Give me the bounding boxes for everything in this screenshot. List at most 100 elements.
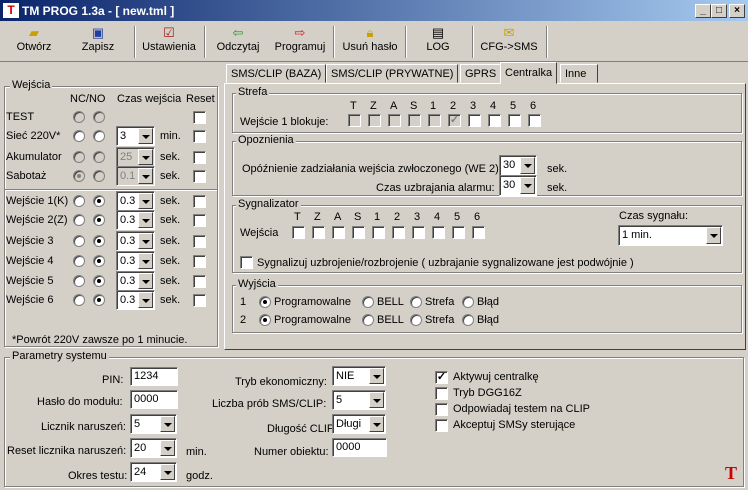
- input-name[interactable]: Wejście 5: [6, 275, 53, 287]
- settings-button[interactable]: ☑ Ustawienia: [138, 24, 200, 60]
- arm-time-select[interactable]: 30: [499, 175, 537, 196]
- param-checkbox[interactable]: [435, 419, 448, 432]
- tab-sms-clip-prywatne[interactable]: SMS/CLIP (PRYWATNE): [326, 64, 459, 83]
- param-checkbox[interactable]: [435, 403, 448, 416]
- counter-reset-select[interactable]: 20: [130, 438, 177, 458]
- reset-checkbox[interactable]: [193, 195, 206, 208]
- chevron-down-icon[interactable]: [369, 416, 384, 432]
- no-radio[interactable]: [93, 235, 105, 247]
- remove-password-button[interactable]: 🔒︎ Usuń hasło: [338, 24, 402, 60]
- siren-checkbox[interactable]: [332, 226, 345, 239]
- output-mode-radio[interactable]: [462, 296, 474, 308]
- no-radio[interactable]: [93, 170, 105, 182]
- chevron-down-icon[interactable]: [138, 168, 153, 184]
- password-input[interactable]: 0000: [130, 390, 178, 409]
- reset-checkbox[interactable]: [193, 235, 206, 248]
- tab-gprs[interactable]: GPRS: [460, 64, 502, 83]
- input-time-select[interactable]: 3: [116, 126, 155, 146]
- input-name[interactable]: Sieć 220V*: [6, 130, 60, 142]
- output-mode-radio[interactable]: [410, 296, 422, 308]
- cfg-sms-button[interactable]: ✉ CFG->SMS: [478, 24, 540, 60]
- nc-radio[interactable]: [73, 195, 85, 207]
- chevron-down-icon[interactable]: [138, 212, 153, 228]
- zone-checkbox[interactable]: [348, 114, 361, 127]
- siren-checkbox[interactable]: [372, 226, 385, 239]
- input-time-select[interactable]: 0.3: [116, 271, 155, 291]
- siren-checkbox[interactable]: [292, 226, 305, 239]
- title-bar[interactable]: T TM PROG 1.3a - [ new.tml ] _ □ ×: [0, 0, 748, 21]
- no-radio[interactable]: [93, 255, 105, 267]
- tab-centralka[interactable]: Centralka: [500, 62, 558, 84]
- maximize-button[interactable]: □: [711, 4, 727, 18]
- nc-radio[interactable]: [73, 235, 85, 247]
- input-time-select[interactable]: 0.3: [116, 231, 155, 251]
- reset-checkbox[interactable]: [193, 214, 206, 227]
- input-name[interactable]: Wejście 1(K): [6, 195, 68, 207]
- chevron-down-icon[interactable]: [138, 233, 153, 249]
- reset-checkbox[interactable]: [193, 275, 206, 288]
- output-mode-radio[interactable]: [259, 296, 271, 308]
- chevron-down-icon[interactable]: [369, 368, 384, 384]
- no-radio[interactable]: [93, 275, 105, 287]
- reset-checkbox[interactable]: [193, 170, 206, 183]
- reset-checkbox[interactable]: [193, 255, 206, 268]
- tab-sms-clip-baza[interactable]: SMS/CLIP (BAZA): [226, 64, 327, 83]
- no-radio[interactable]: [93, 130, 105, 142]
- reset-checkbox[interactable]: [193, 294, 206, 307]
- read-button[interactable]: ⇦ Odczytaj: [210, 24, 266, 60]
- input-time-select[interactable]: 0.1: [116, 166, 155, 186]
- chevron-down-icon[interactable]: [160, 416, 175, 432]
- chevron-down-icon[interactable]: [138, 193, 153, 209]
- zone-checkbox[interactable]: [408, 114, 421, 127]
- nc-radio[interactable]: [73, 111, 85, 123]
- test-period-select[interactable]: 24: [130, 462, 177, 482]
- zone-checkbox[interactable]: [528, 114, 541, 127]
- chevron-down-icon[interactable]: [138, 253, 153, 269]
- zone-checkbox[interactable]: [368, 114, 381, 127]
- clip-length-select[interactable]: Długi: [332, 414, 386, 434]
- pin-input[interactable]: 1234: [130, 367, 178, 386]
- zone-checkbox[interactable]: [468, 114, 481, 127]
- output-mode-radio[interactable]: [362, 314, 374, 326]
- no-radio[interactable]: [93, 195, 105, 207]
- input-time-select[interactable]: 0.3: [116, 290, 155, 310]
- object-number-input[interactable]: 0000: [332, 438, 387, 457]
- input-name[interactable]: Sabotaż: [6, 170, 46, 182]
- siren-checkbox[interactable]: [392, 226, 405, 239]
- input-name[interactable]: Akumulator: [6, 151, 62, 163]
- nc-radio[interactable]: [73, 255, 85, 267]
- input-time-select[interactable]: 25: [116, 147, 155, 167]
- output-mode-radio[interactable]: [362, 296, 374, 308]
- save-button[interactable]: ▣ Zapisz: [70, 24, 126, 60]
- program-button[interactable]: ⇨ Programuj: [272, 24, 328, 60]
- input-name[interactable]: Wejście 4: [6, 255, 53, 267]
- input-time-select[interactable]: 0.3: [116, 210, 155, 230]
- entry-delay-select[interactable]: 30: [499, 155, 537, 176]
- input-name[interactable]: Wejście 6: [6, 294, 53, 306]
- siren-checkbox[interactable]: [432, 226, 445, 239]
- minimize-button[interactable]: _: [695, 4, 711, 18]
- input-time-select[interactable]: 0.3: [116, 251, 155, 271]
- signal-time-select[interactable]: 1 min.: [618, 225, 723, 246]
- input-name[interactable]: Wejście 3: [6, 235, 53, 247]
- zone-checkbox[interactable]: [388, 114, 401, 127]
- chevron-down-icon[interactable]: [138, 128, 153, 144]
- reset-checkbox[interactable]: [193, 151, 206, 164]
- siren-checkbox[interactable]: [452, 226, 465, 239]
- output-mode-radio[interactable]: [259, 314, 271, 326]
- close-button[interactable]: ×: [729, 4, 745, 18]
- chevron-down-icon[interactable]: [138, 273, 153, 289]
- sms-tries-select[interactable]: 5: [332, 390, 386, 410]
- chevron-down-icon[interactable]: [160, 464, 175, 480]
- nc-radio[interactable]: [73, 170, 85, 182]
- input-time-select[interactable]: 0.3: [116, 191, 155, 211]
- no-radio[interactable]: [93, 294, 105, 306]
- param-checkbox[interactable]: ✓: [435, 371, 448, 384]
- chevron-down-icon[interactable]: [138, 149, 153, 165]
- no-radio[interactable]: [93, 214, 105, 226]
- output-mode-radio[interactable]: [462, 314, 474, 326]
- input-name[interactable]: TEST: [6, 111, 34, 123]
- reset-checkbox[interactable]: [193, 130, 206, 143]
- tab-inne[interactable]: Inne: [560, 64, 598, 83]
- nc-radio[interactable]: [73, 294, 85, 306]
